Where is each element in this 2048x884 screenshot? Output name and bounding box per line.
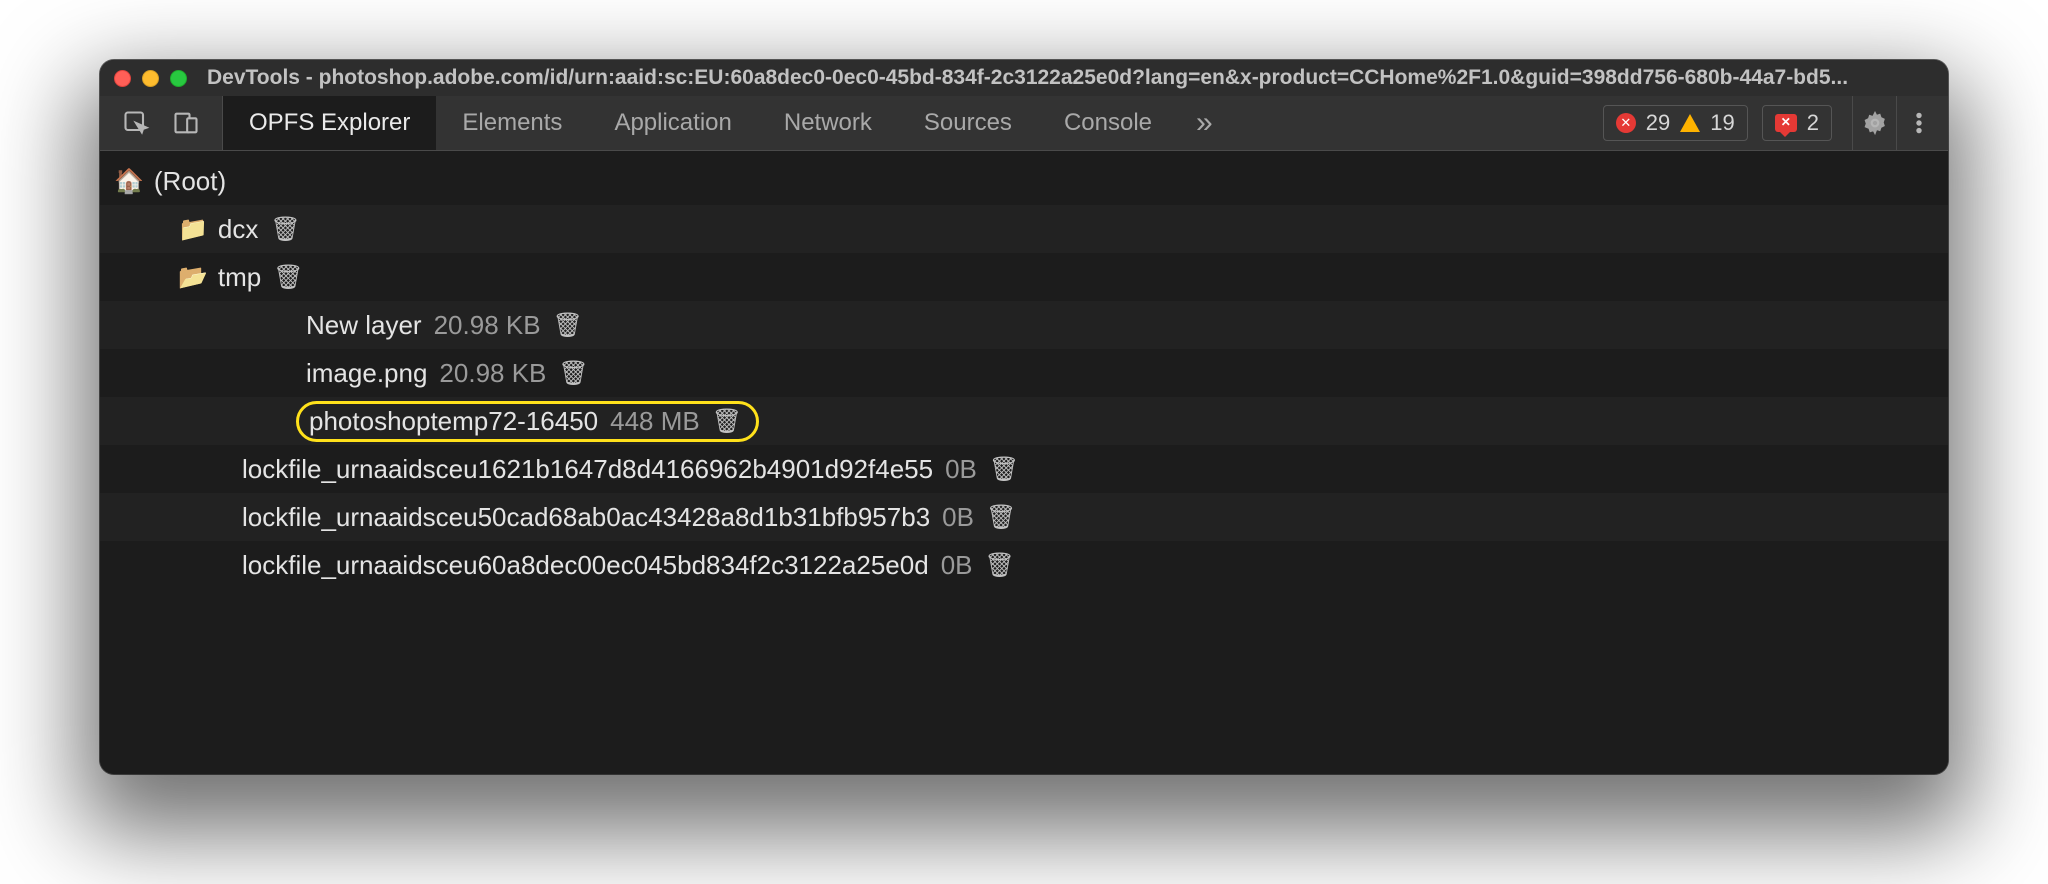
trash-icon[interactable]: 🗑 (712, 407, 742, 436)
tabs-overflow-button[interactable]: » (1178, 96, 1231, 150)
file-name: lockfile_urnaaidsceu1621b1647d8d4166962b… (242, 454, 933, 485)
issues-icon: ✕ (1775, 114, 1797, 132)
file-name: photoshoptemp72-16450 (309, 406, 598, 437)
trash-icon[interactable]: 🗑 (273, 263, 303, 292)
error-count: 29 (1646, 110, 1670, 136)
tab-network[interactable]: Network (758, 96, 898, 150)
minimize-window-button[interactable] (142, 70, 159, 87)
trash-icon[interactable]: 🗑 (989, 455, 1019, 484)
file-size: 0B (942, 502, 974, 533)
tab-label: OPFS Explorer (249, 109, 410, 137)
issues-badge[interactable]: ✕ 2 (1762, 105, 1832, 141)
settings-button[interactable] (1852, 96, 1896, 150)
file-name: New layer (306, 310, 422, 341)
maximize-window-button[interactable] (170, 70, 187, 87)
tree-file[interactable]: lockfile_urnaaidsceu1621b1647d8d4166962b… (100, 445, 1948, 493)
folder-closed-icon: 📁 (178, 215, 208, 244)
device-toolbar-icon[interactable] (172, 109, 200, 137)
tree-file[interactable]: image.png 20.98 KB 🗑 (100, 349, 1948, 397)
tab-elements[interactable]: Elements (436, 96, 588, 150)
trash-icon[interactable]: 🗑 (558, 359, 588, 388)
tab-label: Network (784, 109, 872, 137)
root-label: (Root) (154, 166, 226, 197)
file-name: lockfile_urnaaidsceu60a8dec00ec045bd834f… (242, 550, 929, 581)
tab-label: Console (1064, 109, 1152, 137)
status-badges: ✕ 29 19 ✕ 2 (1603, 96, 1844, 150)
folder-open-icon: 📂 (178, 263, 208, 292)
tab-label: Application (614, 109, 731, 137)
trash-icon[interactable]: 🗑 (985, 551, 1015, 580)
tab-label: Elements (462, 109, 562, 137)
tree-folder[interactable]: 📁 dcx 🗑 (100, 205, 1948, 253)
file-size: 20.98 KB (439, 358, 546, 389)
file-size: 0B (941, 550, 973, 581)
warning-count: 19 (1710, 110, 1734, 136)
tab-strip: OPFS Explorer Elements Application Netwo… (223, 96, 1231, 150)
tree-file[interactable]: New layer 20.98 KB 🗑 (100, 301, 1948, 349)
folder-name: tmp (218, 262, 261, 293)
toolbar-right-group (1844, 96, 1948, 150)
issues-count: 2 (1807, 110, 1819, 136)
warning-icon (1680, 114, 1700, 132)
close-window-button[interactable] (114, 70, 131, 87)
tree-file-highlighted[interactable]: photoshoptemp72-16450 448 MB 🗑 (100, 397, 1948, 445)
kebab-menu-button[interactable] (1896, 96, 1940, 150)
house-icon: 🏠 (114, 167, 144, 196)
tab-sources[interactable]: Sources (898, 96, 1038, 150)
folder-name: dcx (218, 214, 258, 245)
file-name: lockfile_urnaaidsceu50cad68ab0ac43428a8d… (242, 502, 930, 533)
tree-file[interactable]: lockfile_urnaaidsceu50cad68ab0ac43428a8d… (100, 493, 1948, 541)
tree-file[interactable]: lockfile_urnaaidsceu60a8dec00ec045bd834f… (100, 541, 1948, 589)
trash-icon[interactable]: 🗑 (553, 311, 583, 340)
tab-opfs-explorer[interactable]: OPFS Explorer (223, 96, 436, 150)
file-size: 448 MB (610, 406, 700, 437)
opfs-tree-panel: 🏠 (Root) 📁 dcx 🗑 📂 tmp 🗑 New layer 20.98… (100, 151, 1948, 774)
file-size: 0B (945, 454, 977, 485)
tree-folder[interactable]: 📂 tmp 🗑 (100, 253, 1948, 301)
trash-icon[interactable]: 🗑 (270, 215, 300, 244)
highlight-annotation: photoshoptemp72-16450 448 MB 🗑 (296, 401, 759, 442)
toolbar-left-group (100, 96, 223, 150)
chevron-double-right-icon: » (1196, 106, 1213, 140)
tab-application[interactable]: Application (588, 96, 757, 150)
devtools-window: DevTools - photoshop.adobe.com/id/urn:aa… (100, 60, 1948, 774)
titlebar: DevTools - photoshop.adobe.com/id/urn:aa… (100, 60, 1948, 96)
file-name: image.png (306, 358, 427, 389)
errors-warnings-badge[interactable]: ✕ 29 19 (1603, 105, 1748, 141)
tree-root[interactable]: 🏠 (Root) (100, 157, 1948, 205)
inspect-element-icon[interactable] (122, 109, 150, 137)
error-icon: ✕ (1616, 113, 1636, 133)
file-size: 20.98 KB (434, 310, 541, 341)
traffic-lights (114, 70, 187, 87)
tab-label: Sources (924, 109, 1012, 137)
window-title: DevTools - photoshop.adobe.com/id/urn:aa… (207, 66, 1934, 90)
tab-console[interactable]: Console (1038, 96, 1178, 150)
devtools-toolbar: OPFS Explorer Elements Application Netwo… (100, 96, 1948, 151)
trash-icon[interactable]: 🗑 (986, 503, 1016, 532)
